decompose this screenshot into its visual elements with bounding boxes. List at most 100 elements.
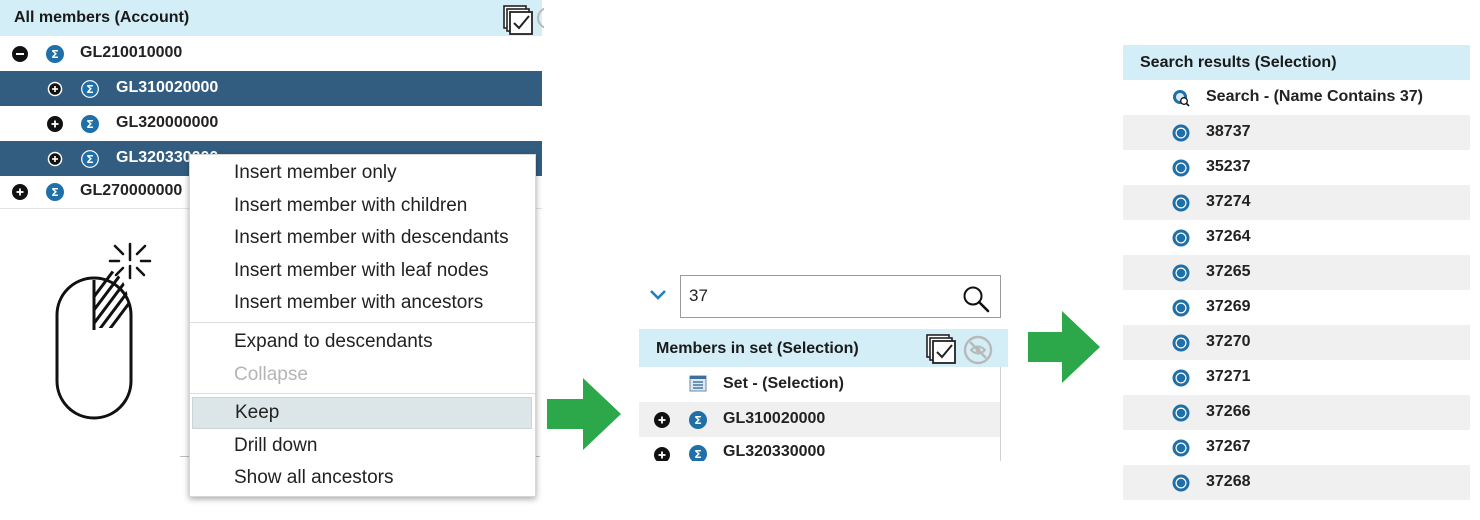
menu-item-label: Insert member only	[234, 162, 397, 183]
sigma-icon: Σ	[689, 411, 707, 429]
member-tree-title: All members (Account)	[14, 9, 190, 26]
set-member-label: GL320330000	[723, 443, 826, 460]
tree-row[interactable]: Σ GL320000000	[0, 106, 542, 141]
search-box[interactable]	[680, 275, 1001, 318]
menu-item-label: Keep	[235, 402, 280, 423]
member-node-icon	[1172, 299, 1190, 317]
sigma-icon: Σ	[46, 45, 64, 63]
tree-row-label: GL310020000	[116, 79, 219, 96]
search-query-row[interactable]: Search - (Name Contains 37)	[1123, 80, 1470, 115]
set-member-row[interactable]: Σ GL310020000	[639, 402, 1000, 437]
menu-item-insert-with-leaf-nodes[interactable]: Insert member with leaf nodes	[190, 255, 535, 287]
tree-row[interactable]: Σ GL210010000	[0, 36, 542, 71]
svg-text:Σ: Σ	[694, 414, 702, 427]
search-result-label: 37269	[1206, 298, 1251, 315]
search-results-header: Search results (Selection)	[1123, 45, 1470, 80]
menu-item-label: Insert member with descendants	[234, 227, 509, 248]
expand-icon[interactable]	[47, 81, 63, 97]
chevron-down-icon[interactable]	[648, 285, 668, 305]
menu-separator	[190, 393, 535, 394]
hide-icon[interactable]	[963, 335, 993, 365]
expand-icon[interactable]	[654, 447, 670, 461]
menu-item-label: Insert member with children	[234, 195, 468, 216]
member-node-icon	[1172, 264, 1190, 282]
member-node-icon	[1172, 369, 1190, 387]
search-result-label: 37274	[1206, 193, 1251, 210]
menu-separator	[190, 322, 535, 323]
search-result-query-icon	[1173, 90, 1190, 107]
member-node-icon	[1172, 474, 1190, 492]
menu-item-label: Insert member with leaf nodes	[234, 260, 489, 281]
svg-text:Σ: Σ	[86, 118, 94, 131]
set-icon	[689, 375, 707, 392]
select-all-icon[interactable]	[503, 5, 533, 35]
members-in-set-header: Members in set (Selection)	[639, 329, 1008, 367]
search-query-label: Search - (Name Contains 37)	[1206, 88, 1423, 105]
set-row[interactable]: Set - (Selection)	[639, 367, 1000, 402]
search-result-label: 37271	[1206, 368, 1251, 385]
search-result-label: 35237	[1206, 158, 1251, 175]
search-result-row[interactable]: 37266	[1123, 395, 1470, 430]
search-result-row[interactable]: 37265	[1123, 255, 1470, 290]
svg-text:Σ: Σ	[86, 83, 94, 96]
menu-item-label: Expand to descendants	[234, 331, 433, 352]
member-node-icon	[1172, 404, 1190, 422]
search-result-label: 37266	[1206, 403, 1251, 420]
menu-item-keep[interactable]: Keep	[192, 397, 532, 429]
flow-arrow-icon	[547, 378, 621, 450]
right-click-mouse-icon	[55, 242, 152, 420]
search-input[interactable]	[689, 284, 939, 308]
menu-item-drill-down[interactable]: Drill down	[190, 430, 535, 462]
search-icon[interactable]	[962, 285, 990, 313]
search-result-label: 37265	[1206, 263, 1251, 280]
context-menu: Insert member only Insert member with ch…	[189, 154, 536, 497]
member-node-icon	[1172, 124, 1190, 142]
collapse-icon[interactable]	[12, 46, 28, 62]
tree-row[interactable]: Σ GL310020000	[0, 71, 542, 106]
search-result-row[interactable]: 37264	[1123, 220, 1470, 255]
menu-item-show-all-ancestors[interactable]: Show all ancestors	[190, 462, 535, 494]
search-result-label: 38737	[1206, 123, 1251, 140]
set-label: Set - (Selection)	[723, 375, 844, 392]
member-node-icon	[1172, 229, 1190, 247]
search-result-label: 37267	[1206, 438, 1251, 455]
svg-text:Σ: Σ	[51, 48, 59, 61]
select-all-icon[interactable]	[926, 334, 956, 364]
search-result-row[interactable]: 35237	[1123, 150, 1470, 185]
search-result-row[interactable]: 37271	[1123, 360, 1470, 395]
expand-icon[interactable]	[12, 184, 28, 200]
search-result-label: 37270	[1206, 333, 1251, 350]
search-result-row[interactable]: 37269	[1123, 290, 1470, 325]
menu-item-insert-with-ancestors[interactable]: Insert member with ancestors	[190, 287, 535, 319]
expand-icon[interactable]	[654, 412, 670, 428]
member-node-icon	[1172, 159, 1190, 177]
member-tree-header: All members (Account)	[0, 0, 544, 36]
menu-item-expand-to-descendants[interactable]: Expand to descendants	[190, 326, 535, 358]
search-result-row[interactable]: 37274	[1123, 185, 1470, 220]
search-results-title: Search results (Selection)	[1140, 54, 1337, 71]
svg-text:Σ: Σ	[51, 186, 59, 199]
expand-icon[interactable]	[47, 116, 63, 132]
search-result-row[interactable]: 38737	[1123, 115, 1470, 150]
divider	[1000, 367, 1001, 461]
menu-item-insert-with-descendants[interactable]: Insert member with descendants	[190, 222, 535, 254]
menu-item-insert-member-only[interactable]: Insert member only	[190, 157, 535, 189]
search-result-row[interactable]: 37267	[1123, 430, 1470, 465]
search-result-row[interactable]: 37268	[1123, 465, 1470, 500]
hide-icon[interactable]	[536, 8, 544, 28]
svg-text:Σ: Σ	[694, 448, 702, 461]
tree-row-label: GL320000000	[116, 114, 219, 131]
set-member-row[interactable]: Σ GL320330000	[639, 437, 1000, 461]
member-node-icon	[1172, 439, 1190, 457]
menu-item-collapse: Collapse	[190, 359, 535, 391]
expand-icon[interactable]	[47, 151, 63, 167]
search-result-row[interactable]: 37270	[1123, 325, 1470, 360]
sigma-icon: Σ	[81, 115, 99, 133]
menu-item-label: Drill down	[234, 435, 318, 456]
search-result-label: 37264	[1206, 228, 1251, 245]
menu-item-insert-with-children[interactable]: Insert member with children	[190, 190, 535, 222]
tree-row-label: GL210010000	[80, 44, 183, 61]
flow-arrow-icon	[1028, 311, 1100, 383]
svg-text:Σ: Σ	[86, 153, 94, 166]
sigma-icon: Σ	[81, 80, 99, 98]
